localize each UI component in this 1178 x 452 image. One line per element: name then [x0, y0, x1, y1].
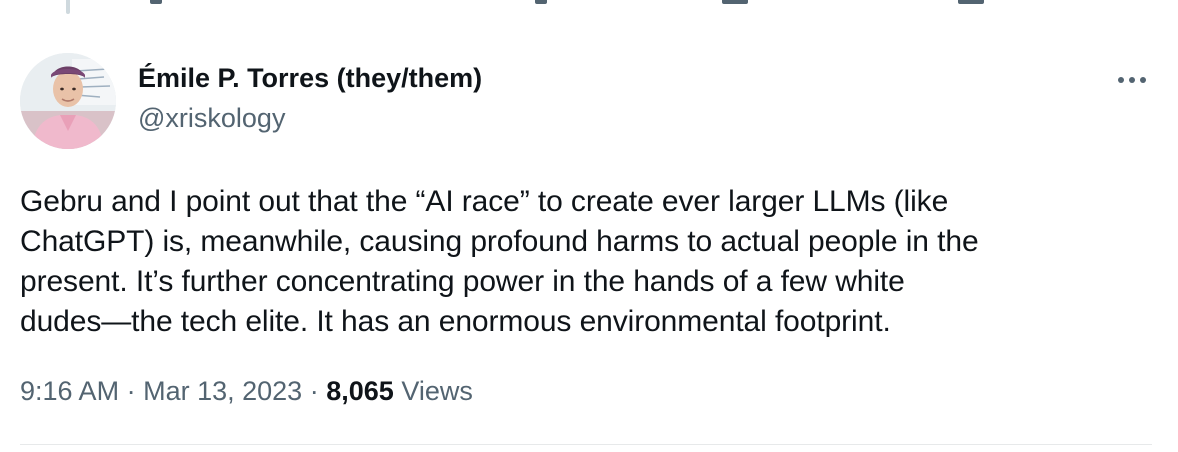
views-label[interactable]: Views	[401, 376, 473, 406]
divider	[20, 444, 1152, 445]
tweet-date[interactable]: Mar 13, 2023	[143, 376, 302, 406]
previous-tweet-action-bar-fragment	[0, 0, 1178, 8]
tweet-metadata: 9:16 AM · Mar 13, 2023 · 8,065 Views	[20, 373, 473, 409]
share-icon[interactable]	[958, 0, 984, 4]
retweet-icon[interactable]	[535, 0, 547, 4]
views-count[interactable]: 8,065	[326, 376, 394, 406]
meta-separator: ·	[309, 376, 319, 406]
author-display-name[interactable]: Émile P. Torres (they/them)	[138, 60, 482, 96]
meta-separator: ·	[126, 376, 136, 406]
author-handle[interactable]: @xriskology	[138, 100, 482, 136]
avatar[interactable]	[20, 53, 116, 149]
author-block[interactable]: Émile P. Torres (they/them) @xriskology	[138, 60, 482, 136]
avatar-image	[20, 53, 116, 149]
tweet-text: Gebru and I point out that the “AI race”…	[20, 185, 979, 338]
tweet-time[interactable]: 9:16 AM	[20, 376, 119, 406]
more-options-button[interactable]	[1114, 66, 1150, 94]
reply-icon[interactable]	[150, 0, 162, 4]
more-horizontal-icon	[1118, 77, 1146, 83]
views-icon[interactable]	[722, 0, 748, 4]
